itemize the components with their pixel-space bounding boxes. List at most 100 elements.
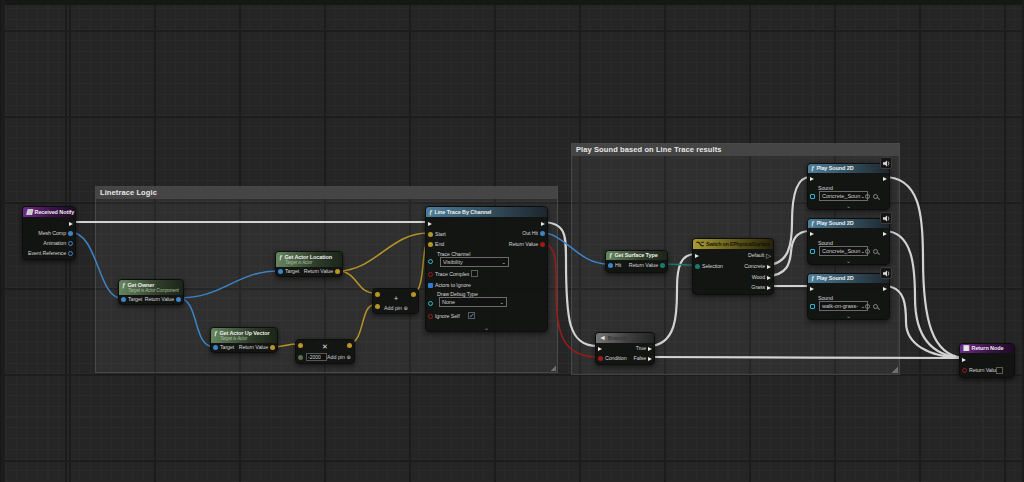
pin-mesh-comp[interactable]: Mesh Comp [38, 230, 73, 237]
node-play-sound-2d-1[interactable]: ƒPlay Sound 2D Sound Concrete_Soun⌄ ⌄ [807, 163, 890, 210]
node-multiply[interactable]: ✕ -2000 Add pin ⊕ [295, 339, 355, 364]
add-operator: + [394, 295, 398, 302]
pin-return-value[interactable]: Return Value [962, 367, 998, 374]
add-add-pin[interactable]: Add pin ⊕ [384, 305, 408, 311]
pin-start[interactable]: Start [428, 231, 446, 238]
pin-return-value[interactable]: Return Value [509, 241, 545, 248]
ignore-self-checkbox[interactable]: ✓ [468, 312, 475, 319]
pin-exec-out[interactable] [883, 230, 887, 237]
pin-default[interactable]: ▷Default [748, 252, 771, 259]
pin-animation[interactable]: Animation [43, 240, 73, 247]
multiply-operator: ✕ [322, 343, 328, 350]
node-received-notify[interactable]: ▤Received Notify Mesh Comp Animation Eve… [22, 206, 76, 260]
pin-exec-in[interactable] [810, 230, 814, 237]
pin-sound[interactable] [810, 193, 815, 200]
node-title: Return Node [972, 345, 1004, 351]
pin-return-value[interactable]: Return Value [304, 268, 340, 275]
pin-multiply-out[interactable] [347, 342, 352, 349]
wire-meshcomp-to-getowner [70, 232, 121, 298]
collapse-chevron[interactable]: ⌄ [426, 325, 547, 331]
pin-trace-channel[interactable] [428, 258, 433, 265]
function-icon: ƒ [811, 164, 814, 172]
node-get-owner[interactable]: ƒGet Owner Target is Actor Component Tar… [118, 279, 184, 305]
node-return[interactable]: ▦Return Node Return Value [959, 343, 1015, 378]
node-title: Branch [608, 335, 626, 341]
collapse-chevron[interactable]: ⌄ [808, 313, 889, 319]
node-play-sound-2d-3[interactable]: ƒPlay Sound 2D Sound walk-on-grass-⌄ ⌄ [807, 273, 890, 320]
node-switch-ephysicalsurface[interactable]: ⌥Switch on EPhysicalSurface Selection ▷D… [692, 238, 774, 295]
multiply-value-input[interactable]: -2000 [306, 353, 327, 361]
pin-condition[interactable]: Condition [598, 355, 626, 362]
function-icon: ƒ [811, 274, 814, 282]
pin-exec-in[interactable] [428, 220, 432, 227]
node-branch[interactable]: ◄Branch Condition True False [595, 332, 655, 365]
pin-exec-in[interactable] [598, 345, 602, 352]
pin-exec-in[interactable] [695, 252, 699, 259]
pin-add-out[interactable] [411, 291, 416, 298]
pin-exec-in[interactable] [810, 175, 814, 182]
pin-return-value[interactable]: Return Value [629, 262, 665, 269]
node-title: Play Sound 2D [816, 275, 853, 281]
pin-return-value[interactable]: Return Value [145, 296, 181, 303]
node-play-sound-2d-2[interactable]: ƒPlay Sound 2D Sound Concrete_Soun⌄ ⌄ [807, 218, 890, 265]
asset-browse-icon [873, 249, 878, 254]
pin-exec-out[interactable] [69, 220, 73, 227]
pin-return-value[interactable]: Return Value [239, 344, 275, 351]
pin-selection[interactable]: Selection [695, 263, 723, 270]
pin-wood[interactable]: Wood [752, 274, 771, 281]
event-icon: ▤ [26, 208, 33, 216]
collapse-chevron[interactable]: ⌄ [808, 258, 889, 264]
pin-exec-in[interactable] [962, 356, 966, 363]
asset-icons[interactable] [865, 248, 878, 255]
pin-target[interactable]: Target [121, 296, 142, 303]
sound-asset-dropdown[interactable]: Concrete_Soun⌄ [819, 191, 868, 201]
pin-target[interactable]: Target [278, 268, 299, 275]
pin-actors-to-ignore[interactable]: Actors to Ignore [428, 282, 471, 289]
sound-asset-dropdown[interactable]: walk-on-grass-⌄ [819, 301, 868, 311]
pin-add-b[interactable] [375, 303, 380, 310]
trace-complex-checkbox[interactable] [471, 270, 478, 277]
pin-out-hit[interactable]: Out Hit [522, 230, 545, 237]
pin-exec-out[interactable] [883, 175, 887, 182]
pin-event-reference[interactable]: Event Reference [28, 250, 73, 257]
asset-icons[interactable] [865, 193, 878, 200]
pin-ignore-self[interactable]: Ignore Self [428, 313, 460, 320]
node-subtitle: Target is Actor [285, 260, 312, 266]
node-get-surface-type[interactable]: ƒGet Surface Type Hit Return Value [605, 250, 668, 273]
pin-hit[interactable]: Hit [608, 262, 621, 269]
asset-icons[interactable] [865, 303, 878, 310]
pin-exec-out[interactable] [883, 285, 887, 292]
return-value-checkbox[interactable] [996, 367, 1003, 374]
pin-trace-complex[interactable]: Trace Complex [428, 271, 469, 278]
trace-channel-dropdown[interactable]: Visibility⌄ [440, 257, 509, 267]
node-line-trace-by-channel[interactable]: ƒLine Trace By Channel Start Out Hit End… [425, 206, 548, 332]
pin-true[interactable]: True [636, 345, 652, 352]
pin-add-a[interactable] [375, 291, 380, 298]
node-get-actor-location[interactable]: ƒGet Actor Location Target is Actor Targ… [275, 251, 343, 277]
pin-grass[interactable]: Grass [751, 284, 771, 291]
wire-getactorlocation-to-add [338, 271, 374, 293]
pin-draw-debug-type[interactable] [428, 300, 433, 307]
node-add[interactable]: + Add pin ⊕ [372, 288, 419, 314]
pin-multiply-a[interactable] [298, 342, 303, 349]
pin-false[interactable]: False [634, 355, 652, 362]
collapse-chevron[interactable]: ⌄ [808, 203, 889, 209]
node-get-actor-up-vector[interactable]: ƒGet Actor Up Vector Target is Actor Tar… [210, 327, 278, 353]
pin-exec-out[interactable] [541, 220, 545, 227]
pin-concrete[interactable]: Concrete [744, 263, 771, 270]
multiply-add-pin[interactable]: Add pin ⊕ [327, 354, 351, 360]
node-title: Get Surface Type [614, 252, 657, 258]
asset-browse-icon [873, 194, 878, 199]
switch-icon: ⌥ [696, 240, 704, 248]
pin-multiply-b[interactable] [298, 354, 303, 361]
pin-sound[interactable] [810, 303, 815, 310]
pin-exec-in[interactable] [810, 285, 814, 292]
sound-asset-dropdown[interactable]: Concrete_Soun⌄ [819, 246, 868, 256]
pin-end[interactable]: End [428, 241, 444, 248]
wire-exec-playsound3-to-return [884, 286, 963, 358]
pin-target[interactable]: Target [213, 344, 234, 351]
pin-sound[interactable] [810, 248, 815, 255]
draw-debug-dropdown[interactable]: None⌄ [439, 297, 507, 307]
speaker-icon [880, 157, 892, 169]
function-icon: ƒ [279, 253, 282, 261]
